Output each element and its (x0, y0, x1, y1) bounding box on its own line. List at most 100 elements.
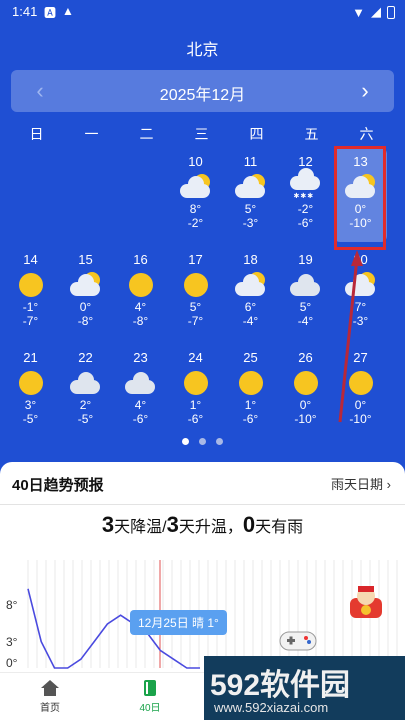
calendar-day[interactable]: 17 5° -7° (169, 246, 222, 340)
calendar-day[interactable]: 22 2° -5° (59, 344, 112, 438)
temp-high: 4° (134, 398, 147, 412)
temp-high: 2° (79, 398, 92, 412)
day-number: 25 (243, 350, 258, 365)
temp-high: 4° (134, 300, 147, 314)
tab-label: 40日 (139, 703, 161, 714)
page-dot (216, 438, 224, 445)
partly-cloudy-icon (66, 270, 106, 300)
gamepad-icon[interactable] (278, 628, 318, 654)
chevron-right-icon[interactable]: › (350, 78, 380, 104)
temp-high: 5° (189, 300, 202, 314)
home-icon (41, 680, 59, 696)
trend-summary: 3天降温/3天升温，0天有雨 (101, 512, 304, 537)
signal-icon: ◢ (371, 4, 381, 19)
divider (0, 504, 405, 505)
temp-low: -6° (242, 412, 259, 426)
day-number: 19 (298, 252, 313, 267)
temp-high: -2° (297, 202, 314, 216)
temp-high: 0° (354, 398, 367, 412)
calendar-day[interactable]: 14 -1° -7° (4, 246, 57, 340)
partly-cloudy-icon (231, 172, 271, 202)
status-right: ▼ ◢ (352, 4, 395, 20)
city-title[interactable]: 北京 (0, 36, 405, 60)
cloudy-icon (286, 270, 326, 300)
temp-low: -2° (187, 216, 204, 230)
sunny-icon (176, 368, 216, 398)
sunny-icon (176, 270, 216, 300)
mascot-icon[interactable] (344, 584, 388, 624)
partly-cloudy-icon (176, 172, 216, 202)
rain-days-link[interactable]: 雨天日期 › (331, 474, 391, 493)
weekday-wed: 三 (194, 126, 209, 142)
calendar-day[interactable]: 26 0° -10° (279, 344, 332, 438)
partly-cloudy-icon (341, 270, 381, 300)
calendar-day[interactable]: 11 5° -3° (224, 148, 277, 242)
calendar-day[interactable]: 23 4° -6° (114, 344, 167, 438)
day-number: 17 (188, 252, 203, 267)
y-tick-label: 8° (6, 598, 18, 612)
temp-low: -6° (187, 412, 204, 426)
temp-high: 1° (189, 398, 202, 412)
temp-low: -10° (294, 412, 317, 426)
calendar-day[interactable]: 10 8° -2° (169, 148, 222, 242)
weekday-sat: 六 (359, 126, 374, 142)
calendar-day[interactable]: 20 7° -3° (334, 246, 387, 340)
calendar-day[interactable]: 27 0° -10° (334, 344, 387, 438)
sunny-icon (231, 368, 271, 398)
calendar-day[interactable]: 16 4° -8° (114, 246, 167, 340)
temp-low: -10° (349, 412, 372, 426)
wifi-icon: ▼ (352, 4, 365, 20)
page-dot-active (181, 438, 189, 445)
sunny-icon (11, 368, 51, 398)
snow-icon: ✱✱✱ (286, 168, 326, 202)
calendar-day[interactable]: 21 3° -5° (4, 344, 57, 438)
weekday-tue: 二 (139, 126, 154, 142)
temp-low: -6° (132, 412, 149, 426)
temp-high: 5° (244, 202, 257, 216)
day-number: 15 (78, 252, 93, 267)
temp-high: 5° (299, 300, 312, 314)
temp-low: -8° (77, 314, 94, 328)
calendar-day[interactable]: 18 6° -4° (224, 246, 277, 340)
notification-a-icon: 🅰 (44, 6, 57, 20)
tab-40-day[interactable]: 40日 (120, 679, 180, 714)
calendar-day[interactable]: 12 ✱✱✱ -2° -6° (279, 148, 332, 242)
calendar-day[interactable]: 19 5° -4° (279, 246, 332, 340)
temp-low: -6° (297, 216, 314, 230)
calendar-day[interactable]: 24 1° -6° (169, 344, 222, 438)
day-number: 11 (243, 154, 258, 169)
calendar-book-icon (144, 680, 156, 696)
sunny-icon (341, 368, 381, 398)
chart-tooltip: 12月25日 晴 1° (130, 610, 227, 635)
day-number: 18 (243, 252, 258, 267)
sunny-icon (11, 270, 51, 300)
page-dot (199, 438, 206, 445)
tab-home[interactable]: 首页 (20, 679, 80, 714)
trend-title: 40日趋势预报 (12, 477, 104, 494)
day-number: 26 (298, 350, 313, 365)
calendar-day[interactable]: 25 1° -6° (224, 344, 277, 438)
temp-low: -3° (352, 314, 369, 328)
weekday-header: 日 一 二 三 四 五 六 (10, 124, 395, 144)
temp-low: -5° (77, 412, 94, 426)
weekday-sun: 日 (29, 126, 44, 142)
watermark-banner: 592软件园 www.592xiazai.com (204, 656, 405, 720)
status-bar: 1:41 🅰 ▲ ▼ ◢ (0, 0, 405, 24)
battery-icon (387, 5, 395, 19)
temp-low: -8° (132, 314, 149, 328)
watermark-url: www.592xiazai.com (214, 700, 329, 715)
temp-low: -4° (242, 314, 259, 328)
day-number: 16 (133, 252, 148, 267)
month-label: 2025年12月 (159, 87, 246, 104)
y-tick-label: 3° (6, 635, 18, 649)
calendar-day[interactable]: 15 0° -8° (59, 246, 112, 340)
weekday-mon: 一 (84, 126, 99, 142)
weekday-thu: 四 (249, 126, 264, 142)
sunny-icon (121, 270, 161, 300)
temp-high: 8° (189, 202, 202, 216)
temp-high: 7° (354, 300, 367, 314)
chevron-right-icon: › (386, 477, 391, 492)
day-number: 14 (23, 252, 38, 267)
sunny-icon (286, 368, 326, 398)
status-time: 1:41 (12, 4, 38, 19)
